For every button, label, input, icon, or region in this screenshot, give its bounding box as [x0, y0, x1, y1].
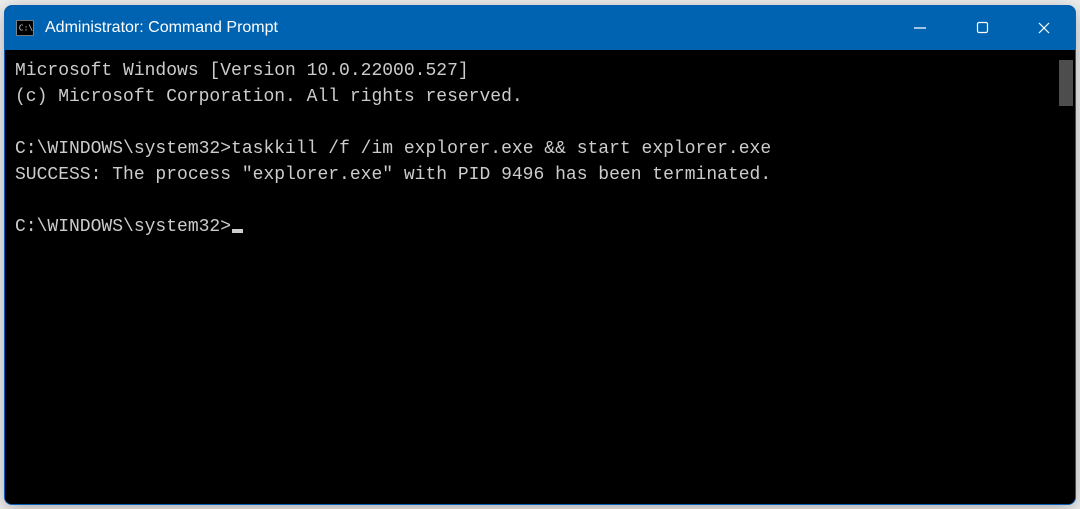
prompt-path: C:\WINDOWS\system32>: [15, 217, 231, 237]
scrollbar-thumb[interactable]: [1059, 60, 1073, 106]
cmd-icon: C:\: [15, 18, 35, 38]
command-prompt-window: C:\ Administrator: Command Prompt: [4, 5, 1076, 505]
terminal-output[interactable]: Microsoft Windows [Version 10.0.22000.52…: [5, 50, 1057, 504]
terminal-line: (c) Microsoft Corporation. All rights re…: [15, 87, 523, 107]
minimize-icon: [913, 21, 927, 35]
close-icon: [1037, 21, 1051, 35]
text-cursor: [232, 229, 243, 233]
window-controls: [889, 6, 1075, 50]
prompt-path: C:\WINDOWS\system32>: [15, 139, 231, 159]
terminal-line: SUCCESS: The process "explorer.exe" with…: [15, 165, 771, 185]
command-text: taskkill /f /im explorer.exe && start ex…: [231, 139, 771, 159]
window-title: Administrator: Command Prompt: [45, 19, 278, 37]
terminal-area: Microsoft Windows [Version 10.0.22000.52…: [5, 50, 1075, 504]
maximize-button[interactable]: [951, 6, 1013, 50]
titlebar[interactable]: C:\ Administrator: Command Prompt: [5, 6, 1075, 50]
terminal-line: Microsoft Windows [Version 10.0.22000.52…: [15, 61, 469, 81]
scrollbar-track[interactable]: [1057, 50, 1075, 504]
minimize-button[interactable]: [889, 6, 951, 50]
maximize-icon: [976, 21, 989, 34]
svg-text:C:\: C:\: [19, 23, 34, 32]
close-button[interactable]: [1013, 6, 1075, 50]
